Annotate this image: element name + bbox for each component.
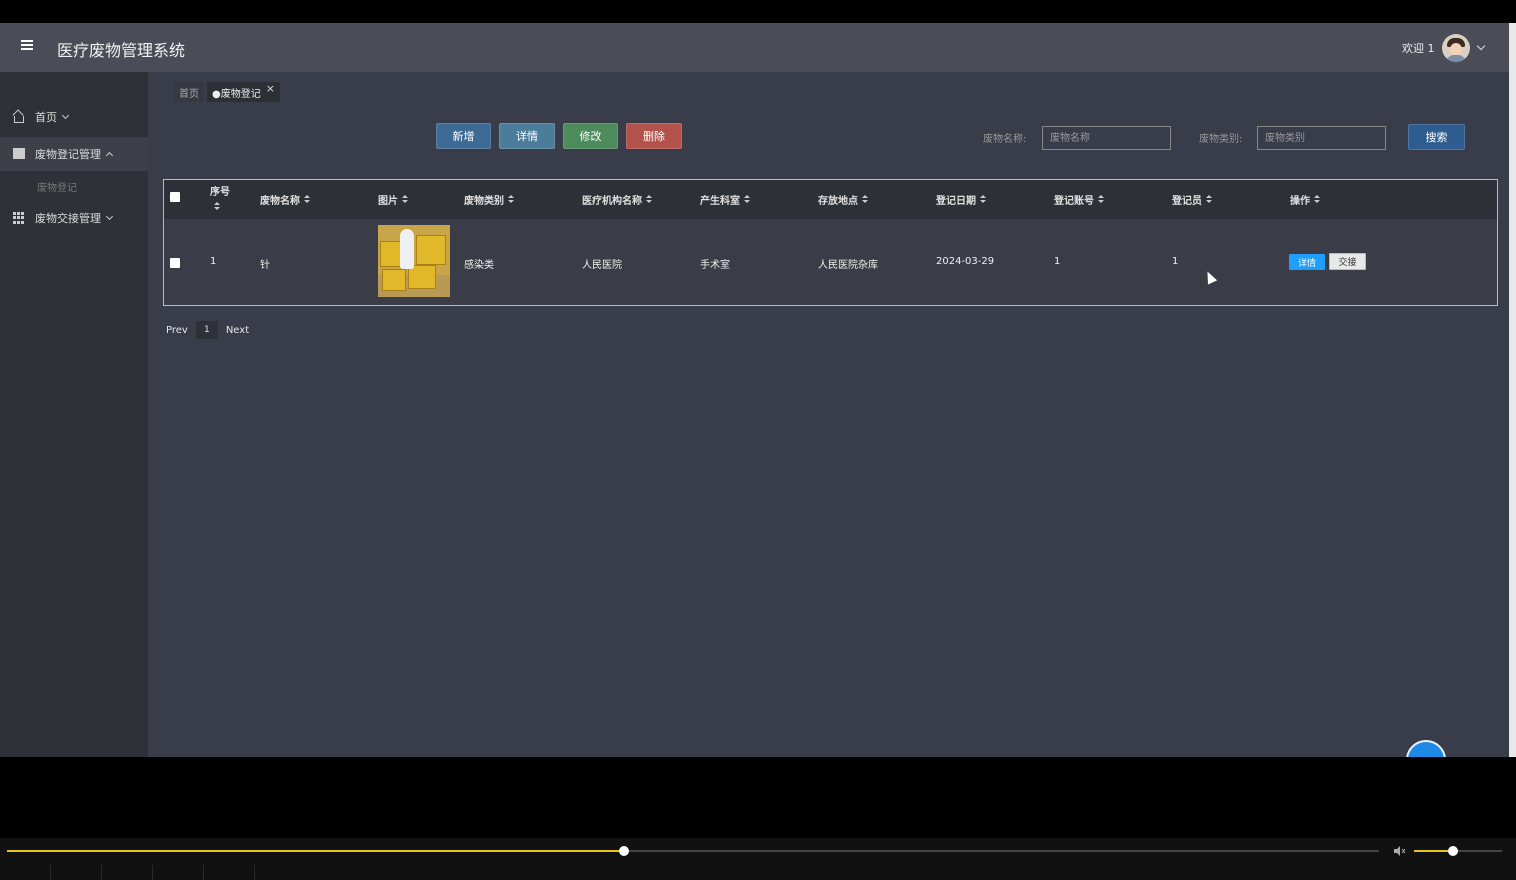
waste-photo (378, 225, 450, 297)
volume-handle[interactable] (1447, 846, 1458, 856)
cell-category: 感染类 (464, 260, 494, 271)
column-header-image[interactable]: 图片 (378, 192, 408, 207)
cell-institution: 人民医院 (582, 260, 622, 271)
column-label: 序号 (210, 187, 230, 198)
table-header: 序号 废物名称 图片 废物类别 医疗机构名称 产生科室 存放地点 登记日期 登记… (164, 180, 1497, 219)
row-handover-button[interactable]: 交接 (1329, 253, 1366, 270)
volume-level (1414, 850, 1453, 852)
cell-name: 针 (260, 260, 270, 271)
column-label: 废物名称 (260, 196, 300, 207)
sidebar-item-waste-registration[interactable]: 废物登记管理 (0, 137, 148, 171)
tab-label: ●废物登记 (212, 88, 261, 100)
menu-toggle-icon[interactable] (21, 40, 33, 52)
column-header-index[interactable]: 序号 (210, 183, 230, 211)
delete-button[interactable]: 删除 (626, 123, 682, 149)
cell-account: 1 (1054, 256, 1061, 267)
sort-icon (744, 195, 750, 204)
prev-page-button[interactable]: Prev (166, 325, 188, 336)
video-player-bar (0, 838, 1516, 880)
column-header-institution[interactable]: 医疗机构名称 (582, 192, 652, 207)
row-detail-button[interactable]: 详情 (1289, 254, 1325, 270)
tab-home[interactable]: 首页 (174, 82, 204, 102)
column-label: 操作 (1290, 196, 1310, 207)
cell-registrar: 1 (1172, 256, 1179, 267)
page-number[interactable]: 1 (195, 321, 218, 339)
cell-department: 手术室 (700, 260, 730, 271)
column-label: 存放地点 (818, 196, 858, 207)
column-label: 登记账号 (1054, 196, 1094, 207)
edit-button[interactable]: 修改 (563, 123, 618, 149)
select-all-checkbox[interactable] (170, 192, 180, 202)
waste-name-input[interactable] (1042, 126, 1171, 150)
chevron-down-icon[interactable] (1476, 41, 1485, 51)
player-tab-strip (0, 865, 255, 880)
waste-type-label: 废物类别: (1199, 134, 1243, 145)
column-label: 废物类别 (464, 196, 504, 207)
column-header-date[interactable]: 登记日期 (936, 192, 986, 207)
waste-name-label: 废物名称: (983, 134, 1027, 145)
search-button[interactable]: 搜索 (1408, 124, 1465, 150)
column-label: 登记日期 (936, 196, 976, 207)
sidebar: 首页 废物登记管理 废物登记 废物交接管理 (0, 72, 148, 757)
avatar[interactable] (1441, 34, 1470, 62)
sort-icon (304, 195, 310, 204)
sort-icon (214, 202, 220, 211)
sidebar-item-home[interactable]: 首页 (0, 100, 148, 134)
pagination: Prev 1 Next (166, 321, 249, 339)
tab-waste-register[interactable]: ●废物登记 × (207, 82, 280, 102)
app-title: 医疗废物管理系统 (57, 41, 186, 60)
column-header-name[interactable]: 废物名称 (260, 192, 310, 207)
top-bar: 医疗废物管理系统 欢迎 1 (0, 23, 1516, 72)
seek-progress (7, 850, 625, 852)
detail-button[interactable]: 详情 (499, 123, 555, 149)
column-header-actions[interactable]: 操作 (1290, 192, 1320, 207)
column-header-registrar[interactable]: 登记员 (1172, 192, 1212, 207)
next-page-button[interactable]: Next (226, 325, 249, 336)
sort-icon (646, 195, 652, 204)
floating-action-button[interactable] (1406, 740, 1446, 757)
seek-handle[interactable] (619, 846, 630, 856)
sort-icon (508, 195, 514, 204)
sidebar-item-waste-handover[interactable]: 废物交接管理 (0, 201, 148, 235)
column-label: 图片 (378, 196, 398, 207)
column-header-location[interactable]: 存放地点 (818, 192, 868, 207)
sort-icon (1314, 195, 1320, 204)
sort-icon (1206, 195, 1212, 204)
cell-date: 2024-03-29 (936, 256, 995, 267)
sort-icon (862, 195, 868, 204)
sidebar-item-label: 首页 (35, 111, 57, 124)
grid-icon (13, 212, 25, 224)
waste-table: 序号 废物名称 图片 废物类别 医疗机构名称 产生科室 存放地点 登记日期 登记… (163, 179, 1498, 306)
picture-icon (13, 148, 25, 160)
sort-icon (980, 195, 986, 204)
home-icon (12, 109, 25, 123)
chevron-up-icon (105, 151, 114, 160)
column-label: 登记员 (1172, 196, 1202, 207)
cell-location: 人民医院杂库 (818, 260, 878, 271)
user-menu[interactable]: 欢迎 1 (1402, 33, 1485, 63)
column-header-account[interactable]: 登记账号 (1054, 192, 1104, 207)
sort-icon (1098, 195, 1104, 204)
add-button[interactable]: 新增 (436, 123, 491, 149)
column-header-department[interactable]: 产生科室 (700, 192, 750, 207)
sidebar-item-label: 废物交接管理 (35, 212, 101, 225)
waste-type-input[interactable] (1257, 126, 1386, 150)
column-header-category[interactable]: 废物类别 (464, 192, 514, 207)
volume-icon[interactable] (1394, 846, 1406, 856)
row-checkbox[interactable] (170, 258, 180, 268)
sidebar-item-label: 废物登记管理 (35, 148, 101, 161)
page-tabs: 首页 ●废物登记 × (174, 82, 283, 102)
sort-icon (402, 195, 408, 204)
column-label: 产生科室 (700, 196, 740, 207)
cell-index: 1 (210, 256, 217, 267)
sidebar-subitem-waste-register[interactable]: 废物登记 (37, 179, 77, 194)
welcome-text: 欢迎 1 (1402, 42, 1435, 55)
chevron-down-icon (105, 212, 114, 221)
table-row: 1 针 感染类 人民医院 手术室 人民医院杂库 2024-03-29 1 1 详… (164, 219, 1497, 305)
scrollbar[interactable] (1509, 23, 1516, 757)
close-icon[interactable]: × (266, 82, 275, 95)
column-label: 医疗机构名称 (582, 196, 642, 207)
app-viewport: 医疗废物管理系统 欢迎 1 首页 废物登记管理 废物登记 废物交接管理 首页 ●… (0, 23, 1516, 757)
chevron-down-icon (61, 111, 70, 120)
